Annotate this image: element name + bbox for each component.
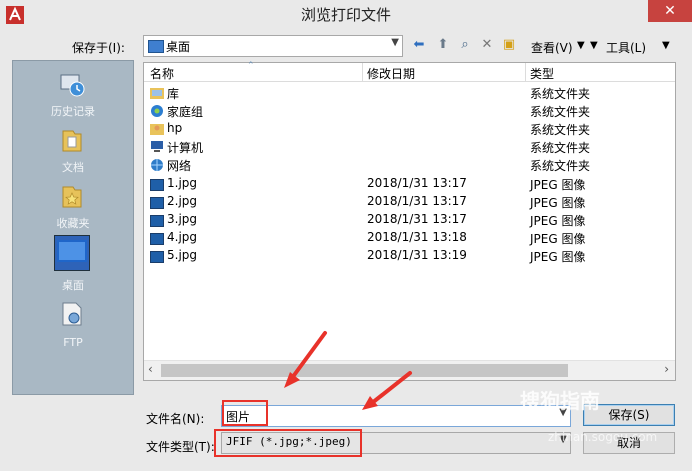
watermark: 搜狗指南: [520, 389, 600, 413]
watermark-url: zhinan.sogou.com: [548, 430, 658, 444]
